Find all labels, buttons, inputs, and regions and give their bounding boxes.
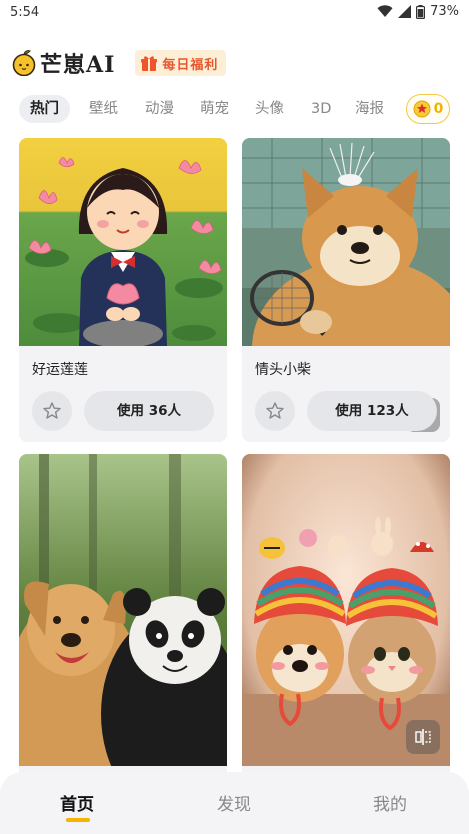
use-template-button[interactable]: 使用 36人	[84, 391, 214, 431]
favorite-button[interactable]	[255, 391, 295, 431]
coin-balance-button[interactable]: 0	[406, 94, 450, 124]
use-template-button[interactable]: 使用 123人	[307, 391, 437, 431]
tab-anime[interactable]: 动漫	[145, 95, 174, 123]
nav-discover[interactable]: 发现	[217, 790, 251, 815]
dog-panda-image[interactable]	[19, 454, 227, 766]
battery-percent: 73%	[430, 4, 459, 19]
battery-icon	[416, 4, 426, 19]
tab-hot[interactable]: 热门	[19, 95, 70, 123]
wifi-icon	[377, 5, 393, 17]
compare-button[interactable]	[406, 720, 440, 754]
app-name: 芒崽AI	[40, 52, 116, 78]
star-outline-icon	[266, 402, 284, 419]
tab-avatar[interactable]: 头像	[255, 95, 284, 123]
status-bar: 5:54 73%	[0, 0, 469, 28]
favorite-button[interactable]	[32, 391, 72, 431]
card-title: 好运莲莲	[32, 362, 88, 378]
app-header: 芒崽AI 每日福利	[12, 46, 227, 80]
nav-home[interactable]: 首页	[60, 790, 94, 815]
daily-bonus-label: 每日福利	[162, 57, 219, 73]
shiba-badminton-image[interactable]	[242, 138, 450, 346]
status-time: 5:54	[10, 5, 40, 20]
gift-icon	[141, 56, 158, 71]
coin-count: 0	[433, 101, 444, 117]
tab-pets[interactable]: 萌宠	[200, 95, 229, 123]
app-logo: 芒崽AI	[12, 47, 115, 79]
tab-3d[interactable]: 3D	[311, 95, 331, 123]
card-title: 情头小柴	[255, 362, 311, 378]
mango-icon	[12, 50, 36, 76]
daily-bonus-button[interactable]: 每日福利	[135, 50, 227, 76]
template-card-couple-shiba[interactable]: 情头小柴 使用 123人	[242, 138, 450, 442]
nav-active-indicator	[66, 818, 90, 822]
template-card-lucky-lotus[interactable]: 好运莲莲 使用 36人	[19, 138, 227, 442]
bottom-navigation: 首页 发现 我的	[0, 772, 469, 834]
tab-wallpaper[interactable]: 壁纸	[89, 95, 118, 123]
tab-poster[interactable]: 海报	[355, 95, 384, 123]
category-tabs: 热门 壁纸 动漫 萌宠 头像 3D 海报 0	[0, 94, 469, 124]
star-outline-icon	[43, 402, 61, 419]
nav-mine[interactable]: 我的	[373, 790, 407, 815]
lotus-girl-image[interactable]	[19, 138, 227, 346]
star-coin-icon	[413, 100, 431, 118]
compare-icon	[415, 729, 431, 745]
cell-signal-icon	[398, 5, 412, 18]
